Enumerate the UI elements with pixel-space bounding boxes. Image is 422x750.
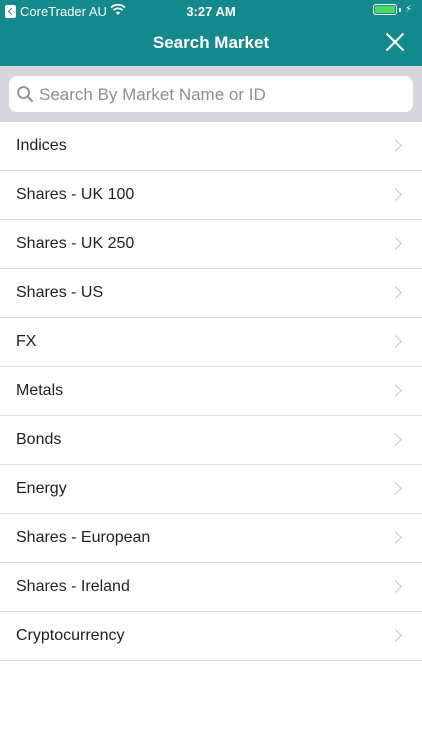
status-bar: CoreTrader AU 3:27 AM ⚡ [0, 0, 422, 22]
list-item-shares-ireland[interactable]: Shares - Ireland [0, 563, 422, 612]
chevron-right-icon [389, 531, 402, 544]
list-item-label: Cryptocurrency [16, 627, 125, 644]
chevron-right-icon [389, 237, 402, 250]
market-category-list: Indices Shares - UK 100 Shares - UK 250 … [0, 122, 422, 661]
search-input[interactable] [37, 76, 411, 114]
chevron-right-icon [389, 482, 402, 495]
list-item-label: Shares - Ireland [16, 578, 130, 595]
list-item-label: Bonds [16, 431, 62, 448]
list-item-metals[interactable]: Metals [0, 367, 422, 416]
battery-icon: ⚡ [372, 4, 412, 15]
list-item-label: Energy [16, 480, 67, 497]
chevron-right-icon [389, 286, 402, 299]
status-time: 3:27 AM [186, 4, 236, 19]
search-bar [0, 66, 422, 122]
search-field-container[interactable] [9, 76, 413, 114]
list-item-label: Shares - European [16, 529, 151, 546]
chevron-right-icon [389, 188, 402, 201]
chevron-right-icon [389, 384, 402, 397]
list-item-shares-us[interactable]: Shares - US [0, 269, 422, 318]
charging-bolt-icon: ⚡ [404, 4, 412, 15]
chevron-right-icon [389, 433, 402, 446]
chevron-right-icon [389, 139, 402, 152]
close-icon[interactable] [384, 31, 406, 53]
list-item-cryptocurrency[interactable]: Cryptocurrency [0, 612, 422, 661]
list-item-indices[interactable]: Indices [0, 122, 422, 171]
header-bar: CoreTrader AU 3:27 AM ⚡ Search Market [0, 0, 422, 66]
list-item-fx[interactable]: FX [0, 318, 422, 367]
list-item-label: Shares - UK 100 [16, 186, 135, 203]
chevron-right-icon [389, 335, 402, 348]
list-item-shares-european[interactable]: Shares - European [0, 514, 422, 563]
list-item-label: Metals [16, 382, 64, 399]
chevron-right-icon [389, 580, 402, 593]
list-item-label: FX [16, 333, 37, 350]
chevron-right-icon [389, 629, 402, 642]
list-item-energy[interactable]: Energy [0, 465, 422, 514]
list-item-label: Indices [16, 137, 67, 154]
list-item-bonds[interactable]: Bonds [0, 416, 422, 465]
list-item-shares-uk-100[interactable]: Shares - UK 100 [0, 171, 422, 220]
list-item-label: Shares - UK 250 [16, 235, 135, 252]
list-item-label: Shares - US [16, 284, 104, 301]
search-icon [17, 86, 33, 102]
page-title: Search Market [152, 33, 270, 52]
list-item-shares-uk-250[interactable]: Shares - UK 250 [0, 220, 422, 269]
